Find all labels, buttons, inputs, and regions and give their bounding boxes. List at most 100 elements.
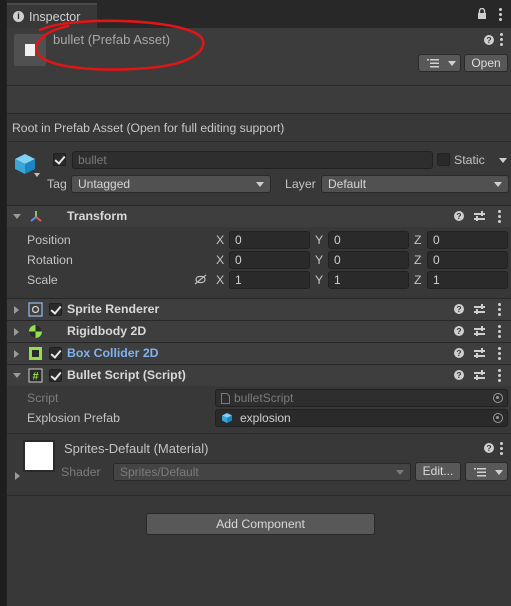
- sprite-renderer-icon: [28, 302, 43, 317]
- bullet-script-title: Bullet Script (Script): [67, 368, 186, 382]
- rotation-y-field[interactable]: 0: [328, 251, 409, 269]
- tag-dropdown[interactable]: Untagged: [71, 175, 271, 193]
- box-collider-icon: [29, 347, 42, 360]
- open-button[interactable]: Open: [464, 54, 508, 72]
- script-value: bulletScript: [234, 391, 294, 405]
- prefab-cube-icon: [222, 413, 232, 423]
- tag-value: Untagged: [78, 177, 131, 191]
- axis-x-label: X: [216, 273, 225, 287]
- axis-x-label: X: [216, 253, 225, 267]
- position-z-field[interactable]: 0: [427, 231, 508, 249]
- sprite-renderer-enabled-checkbox[interactable]: [49, 303, 62, 316]
- prefab-root-note: Root in Prefab Asset (Open for full edit…: [12, 121, 285, 135]
- help-icon[interactable]: ?: [484, 443, 494, 453]
- rotation-x-field[interactable]: 0: [229, 251, 310, 269]
- help-icon[interactable]: ?: [454, 326, 464, 336]
- scale-y-field[interactable]: 1: [328, 271, 409, 289]
- object-picker-icon[interactable]: [493, 413, 503, 423]
- transform-icon: [30, 211, 42, 222]
- shader-dropdown: Sprites/Default: [113, 463, 411, 481]
- bullet-script-enabled-checkbox[interactable]: [49, 369, 62, 382]
- chevron-down-icon: [256, 182, 264, 187]
- add-component-button[interactable]: Add Component: [146, 513, 375, 535]
- layer-label: Layer: [285, 177, 316, 191]
- foldout-closed-icon[interactable]: [14, 350, 19, 358]
- shader-label: Shader: [61, 465, 101, 479]
- component-kebab-icon[interactable]: [498, 369, 501, 382]
- axis-y-label: Y: [315, 233, 324, 247]
- box-collider-title: Box Collider 2D: [67, 346, 159, 360]
- static-dropdown-chevron-icon[interactable]: [499, 158, 507, 163]
- material-preview-thumbnail: [23, 440, 55, 472]
- foldout-closed-icon[interactable]: [14, 306, 19, 314]
- preset-sliders-icon[interactable]: [474, 370, 485, 380]
- chevron-down-icon: [448, 61, 456, 66]
- chevron-down-icon: [494, 182, 502, 187]
- transform-header[interactable]: Transform ?: [7, 205, 511, 227]
- tab-menu-kebab-icon[interactable]: [499, 8, 502, 21]
- object-picker-icon: [493, 393, 503, 403]
- shader-edit-button[interactable]: Edit...: [415, 462, 461, 481]
- help-icon[interactable]: ?: [454, 370, 464, 380]
- bullet-script-header[interactable]: # Bullet Script (Script) ?: [7, 364, 511, 386]
- header-kebab-icon[interactable]: [500, 33, 503, 46]
- shader-options-dropdown[interactable]: [465, 462, 508, 481]
- component-kebab-icon[interactable]: [498, 325, 501, 338]
- lock-icon[interactable]: [477, 8, 487, 20]
- static-checkbox[interactable]: [437, 153, 450, 166]
- preset-sliders-icon[interactable]: [474, 326, 485, 336]
- list-icon: [474, 468, 486, 477]
- rigidbody-icon: [29, 325, 42, 338]
- rigidbody-title: Rigidbody 2D: [67, 324, 147, 338]
- preset-sliders-icon[interactable]: [474, 348, 485, 358]
- foldout-open-icon[interactable]: [13, 214, 21, 219]
- help-icon[interactable]: ?: [454, 211, 464, 221]
- sprite-renderer-header[interactable]: Sprite Renderer ?: [7, 298, 511, 320]
- divider: [7, 495, 511, 496]
- box-collider-enabled-checkbox[interactable]: [49, 347, 62, 360]
- help-icon[interactable]: ?: [454, 348, 464, 358]
- axis-z-label: Z: [414, 233, 422, 247]
- layer-dropdown[interactable]: Default: [321, 175, 509, 193]
- axis-z-label: Z: [414, 253, 422, 267]
- position-label: Position: [27, 233, 71, 247]
- list-icon: [427, 59, 439, 68]
- component-kebab-icon[interactable]: [498, 347, 501, 360]
- explosion-prefab-label: Explosion Prefab: [27, 411, 120, 425]
- constrain-proportions-icon[interactable]: [194, 274, 207, 285]
- axis-y-label: Y: [315, 273, 324, 287]
- chevron-down-icon: [495, 470, 503, 475]
- material-kebab-icon[interactable]: [500, 442, 503, 455]
- static-label: Static: [454, 153, 485, 167]
- svg-text:#: #: [32, 371, 38, 383]
- scale-z-field[interactable]: 1: [427, 271, 508, 289]
- rotation-label: Rotation: [27, 253, 73, 267]
- red-annotation-circle: [35, 19, 205, 71]
- foldout-open-icon[interactable]: [13, 373, 21, 378]
- info-icon: i: [13, 11, 24, 22]
- active-checkbox[interactable]: [53, 153, 66, 166]
- icon-picker-chevron-icon[interactable]: [34, 173, 40, 177]
- rigidbody-header[interactable]: Rigidbody 2D ?: [7, 320, 511, 342]
- preset-sliders-icon[interactable]: [474, 304, 485, 314]
- position-x-field[interactable]: 0: [229, 231, 310, 249]
- preset-sliders-icon[interactable]: [474, 211, 485, 221]
- help-icon[interactable]: ?: [454, 304, 464, 314]
- foldout-closed-icon[interactable]: [15, 472, 20, 480]
- component-kebab-icon[interactable]: [498, 303, 501, 316]
- position-y-field[interactable]: 0: [328, 231, 409, 249]
- header-options-dropdown[interactable]: [418, 54, 461, 72]
- explosion-prefab-field[interactable]: explosion: [215, 409, 508, 427]
- divider: [7, 433, 511, 434]
- box-collider-header[interactable]: Box Collider 2D ?: [7, 342, 511, 364]
- chevron-down-icon: [396, 470, 404, 475]
- rotation-z-field[interactable]: 0: [427, 251, 508, 269]
- shader-value: Sprites/Default: [120, 465, 199, 479]
- sprite-renderer-title: Sprite Renderer: [67, 302, 160, 316]
- component-kebab-icon[interactable]: [498, 210, 501, 223]
- foldout-closed-icon[interactable]: [14, 328, 19, 336]
- gameobject-name-field[interactable]: bullet: [72, 151, 433, 169]
- help-icon[interactable]: ?: [484, 35, 494, 45]
- divider: [7, 141, 511, 142]
- scale-x-field[interactable]: 1: [229, 271, 310, 289]
